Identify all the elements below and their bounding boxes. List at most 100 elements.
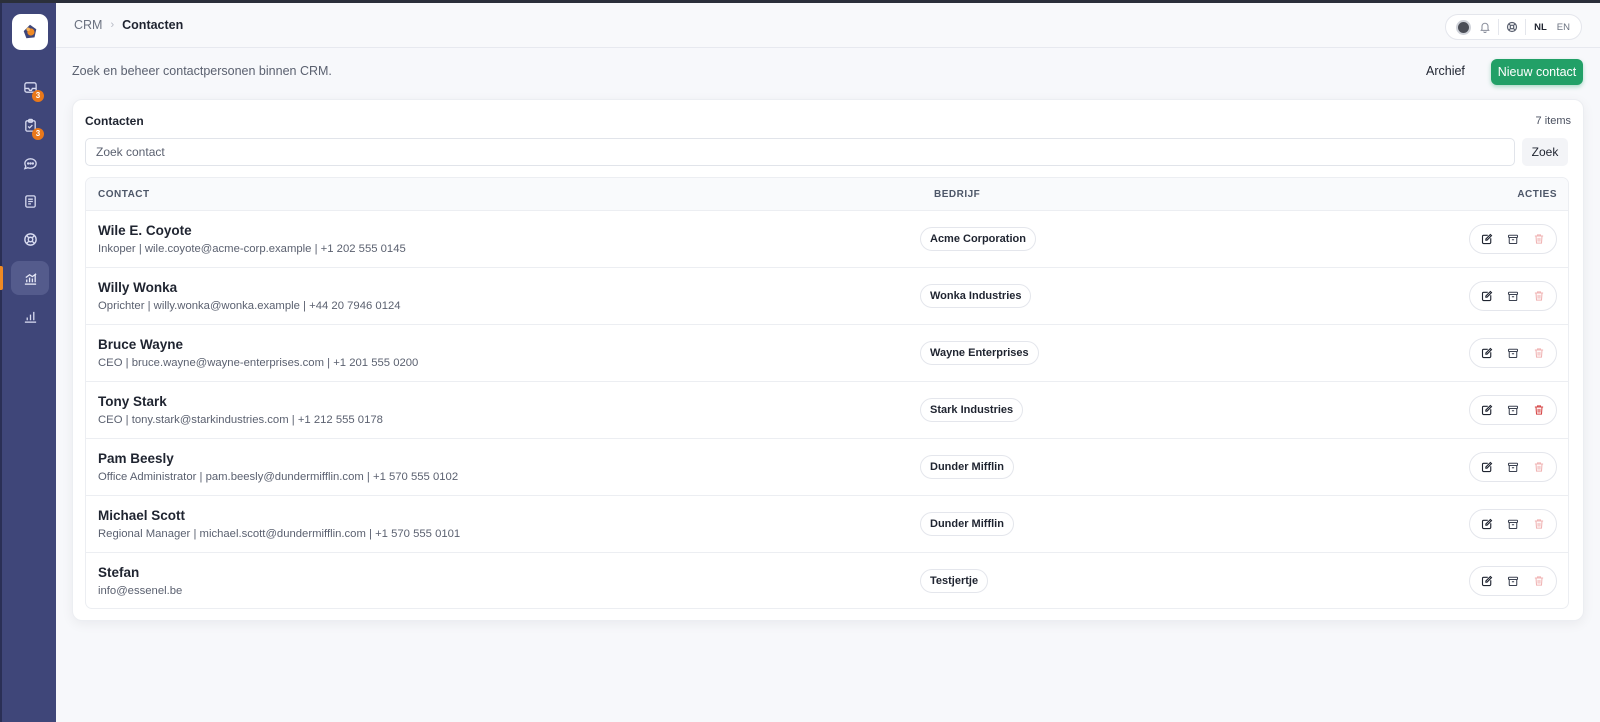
row-actions <box>1469 395 1557 425</box>
row-actions <box>1469 281 1557 311</box>
edit-button[interactable] <box>1476 342 1498 364</box>
user-menu-button[interactable] <box>1452 16 1475 38</box>
chat-icon <box>23 157 37 170</box>
delete-button[interactable] <box>1528 285 1550 307</box>
table-row[interactable]: Willy Wonka Oprichter | willy.wonka@wonk… <box>86 268 1568 325</box>
search-button[interactable]: Zoek <box>1522 138 1568 166</box>
contact-details: CEO | bruce.wayne@wayne-enterprises.com … <box>98 357 419 369</box>
archive-icon <box>1507 519 1519 530</box>
chevron-right-icon: › <box>110 19 115 31</box>
company-chip[interactable]: Dunder Mifflin <box>920 455 1014 479</box>
table-row[interactable]: Wile E. Coyote Inkoper | wile.coyote@acm… <box>86 211 1568 268</box>
archive-row-button[interactable] <box>1502 456 1524 478</box>
table-row[interactable]: Pam Beesly Office Administrator | pam.be… <box>86 439 1568 496</box>
contact-details: Oprichter | willy.wonka@wonka.example | … <box>98 300 401 312</box>
delete-button[interactable] <box>1528 342 1550 364</box>
edit-icon <box>1481 461 1493 473</box>
contact-name[interactable]: Bruce Wayne <box>98 337 183 352</box>
archive-row-button[interactable] <box>1502 342 1524 364</box>
archive-button[interactable]: Archief <box>1426 64 1465 78</box>
archive-row-button[interactable] <box>1502 513 1524 535</box>
contact-details: Office Administrator | pam.beesly@dunder… <box>98 471 459 483</box>
archive-row-button[interactable] <box>1502 285 1524 307</box>
contact-name[interactable]: Stefan <box>98 565 139 580</box>
sidebar-active-indicator <box>0 266 3 290</box>
contact-name[interactable]: Michael Scott <box>98 508 185 523</box>
avatar <box>1456 19 1472 35</box>
delete-button[interactable] <box>1528 570 1550 592</box>
archive-row-button[interactable] <box>1502 228 1524 250</box>
contact-name[interactable]: Pam Beesly <box>98 451 174 466</box>
contacts-card: Contacten 7 items Zoek CONTACT BEDRIJF A… <box>72 99 1584 621</box>
delete-button[interactable] <box>1528 456 1550 478</box>
row-actions <box>1469 338 1557 368</box>
row-actions <box>1469 566 1557 596</box>
sidebar-item-tasks[interactable]: 3 <box>11 108 49 142</box>
archive-icon <box>1507 405 1519 416</box>
edit-button[interactable] <box>1476 399 1498 421</box>
trash-icon <box>1534 519 1544 529</box>
table-row[interactable]: Tony Stark CEO | tony.stark@starkindustr… <box>86 382 1568 439</box>
toolbar-divider <box>1498 19 1500 35</box>
sidebar-item-crm[interactable] <box>11 261 49 295</box>
trash-icon <box>1534 405 1544 415</box>
archive-icon <box>1507 348 1519 359</box>
company-chip[interactable]: Acme Corporation <box>920 227 1036 251</box>
bar-chart-icon <box>24 311 36 323</box>
logo-icon <box>23 24 37 39</box>
archive-icon <box>1507 291 1519 302</box>
app-logo[interactable] <box>12 14 48 50</box>
notifications-button[interactable] <box>1475 16 1495 38</box>
table-row[interactable]: Bruce Wayne CEO | bruce.wayne@wayne-ente… <box>86 325 1568 382</box>
document-icon <box>24 194 36 208</box>
contact-details: Regional Manager | michael.scott@dunderm… <box>98 528 461 540</box>
archive-row-button[interactable] <box>1502 570 1524 592</box>
edit-button[interactable] <box>1476 285 1498 307</box>
sidebar-item-reports[interactable] <box>11 299 49 333</box>
company-chip[interactable]: Stark Industries <box>920 398 1024 422</box>
sidebar: 3 3 <box>0 3 56 722</box>
contact-name[interactable]: Tony Stark <box>98 394 167 409</box>
sidebar-item-chat[interactable] <box>11 146 49 180</box>
delete-button[interactable] <box>1528 399 1550 421</box>
support-icon <box>23 232 37 246</box>
company-chip[interactable]: Testjertje <box>920 569 989 593</box>
breadcrumb-crm[interactable]: CRM <box>74 18 102 32</box>
column-header-contact: CONTACT <box>98 189 150 200</box>
company-chip[interactable]: Dunder Mifflin <box>920 512 1014 536</box>
contact-name[interactable]: Willy Wonka <box>98 280 177 295</box>
breadcrumb: CRM › Contacten <box>74 18 183 32</box>
table-header: CONTACT BEDRIJF ACTIES <box>86 178 1568 211</box>
company-chip[interactable]: Wayne Enterprises <box>920 341 1039 365</box>
edit-button[interactable] <box>1476 570 1498 592</box>
delete-button[interactable] <box>1528 513 1550 535</box>
table-row[interactable]: Michael Scott Regional Manager | michael… <box>86 496 1568 553</box>
crm-chart-icon <box>24 272 37 285</box>
delete-button[interactable] <box>1528 228 1550 250</box>
edit-icon <box>1481 290 1493 302</box>
edit-button[interactable] <box>1476 513 1498 535</box>
contact-name[interactable]: Wile E. Coyote <box>98 223 192 238</box>
help-button[interactable] <box>1502 16 1522 38</box>
sidebar-item-inbox[interactable]: 3 <box>11 70 49 104</box>
row-actions <box>1469 452 1557 482</box>
language-en[interactable]: EN <box>1552 22 1575 33</box>
archive-row-button[interactable] <box>1502 399 1524 421</box>
tasks-badge: 3 <box>32 128 44 140</box>
sidebar-item-support[interactable] <box>11 222 49 256</box>
page-subtitle: Zoek en beheer contactpersonen binnen CR… <box>72 64 332 78</box>
column-header-company: BEDRIJF <box>934 189 981 200</box>
language-nl[interactable]: NL <box>1529 22 1552 33</box>
column-header-actions: ACTIES <box>1517 189 1557 200</box>
new-contact-button[interactable]: Nieuw contact <box>1491 59 1583 85</box>
table-row[interactable]: Stefan info@essenel.be Testjertje <box>86 553 1568 608</box>
archive-icon <box>1507 234 1519 245</box>
sidebar-item-documents[interactable] <box>11 184 49 218</box>
edit-button[interactable] <box>1476 228 1498 250</box>
edit-button[interactable] <box>1476 456 1498 478</box>
archive-icon <box>1507 462 1519 473</box>
header-toolbar: NL EN <box>1445 14 1582 40</box>
items-count: 7 items <box>1535 115 1571 127</box>
search-input[interactable] <box>85 138 1515 166</box>
company-chip[interactable]: Wonka Industries <box>920 284 1032 308</box>
